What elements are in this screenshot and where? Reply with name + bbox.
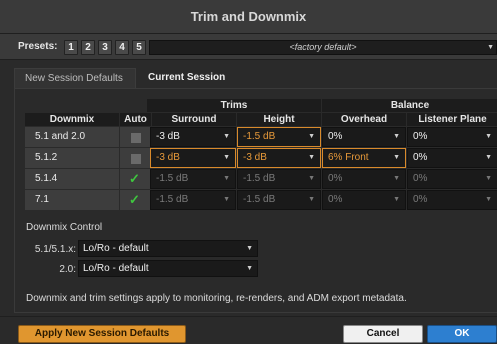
listener-plane-value: 0%: [413, 131, 428, 142]
ok-button[interactable]: OK: [427, 325, 497, 343]
height-trim-value: -1.5 dB: [243, 194, 276, 205]
chevron-down-icon: ▼: [487, 44, 494, 51]
height-trim-value: -1.5 dB: [243, 173, 276, 184]
column-header-auto: Auto: [120, 113, 151, 126]
tab-current-session[interactable]: Current Session: [138, 68, 230, 88]
surround-trim-value: -3 dB: [156, 152, 180, 163]
auto-checkbox-row-1[interactable]: [120, 127, 151, 147]
overhead-balance-dropdown-row-2[interactable]: 6% Front ▼: [322, 148, 406, 168]
checkmark-icon: ✓: [129, 171, 140, 186]
checkmark-icon: ✓: [129, 192, 140, 207]
height-trim-value: -1.5 dB: [243, 131, 276, 142]
row-label-5-1-4: 5.1.4: [25, 169, 119, 189]
column-header-overhead: Overhead: [322, 113, 406, 126]
chevron-down-icon: ▼: [308, 175, 315, 182]
chevron-down-icon: ▼: [308, 154, 315, 161]
surround-trim-dropdown-row-4[interactable]: -1.5 dB ▼: [150, 190, 236, 210]
listener-plane-value: 0%: [413, 152, 428, 163]
downmix-label-2-0: 2.0:: [59, 264, 76, 275]
preset-select-value: <factory default>: [289, 42, 357, 52]
surround-trim-value: -3 dB: [156, 131, 180, 142]
preset-button-1[interactable]: 1: [64, 40, 78, 55]
apply-new-session-defaults-button[interactable]: Apply New Session Defaults: [18, 325, 186, 343]
chevron-down-icon: ▼: [393, 196, 400, 203]
listener-plane-value: 0%: [413, 194, 428, 205]
tab-new-session-defaults[interactable]: New Session Defaults: [14, 68, 136, 88]
preset-button-5[interactable]: 5: [132, 40, 146, 55]
chevron-down-icon: ▼: [223, 133, 230, 140]
row-label-5-1-and-2-0: 5.1 and 2.0: [25, 127, 119, 147]
height-trim-dropdown-row-1[interactable]: -1.5 dB ▼: [237, 127, 321, 147]
column-header-height: Height: [237, 113, 321, 126]
listener-plane-value: 0%: [413, 173, 428, 184]
checkbox-unchecked-icon: [131, 154, 141, 164]
chevron-down-icon: ▼: [485, 133, 492, 140]
surround-trim-dropdown-row-2[interactable]: -3 dB ▼: [150, 148, 236, 168]
downmix-select-5-1[interactable]: Lo/Ro - default ▼: [78, 240, 258, 257]
balance-group-header: Balance: [322, 99, 497, 112]
auto-checkbox-row-4[interactable]: ✓: [120, 190, 151, 210]
chevron-down-icon: ▼: [308, 196, 315, 203]
downmix-select-2-0[interactable]: Lo/Ro - default ▼: [78, 260, 258, 277]
chevron-down-icon: ▼: [485, 175, 492, 182]
preset-button-4[interactable]: 4: [115, 40, 129, 55]
overhead-balance-value: 6% Front: [328, 152, 369, 163]
chevron-down-icon: ▼: [223, 175, 230, 182]
surround-trim-dropdown-row-3[interactable]: -1.5 dB ▼: [150, 169, 236, 189]
chevron-down-icon: ▼: [308, 133, 315, 140]
listener-plane-dropdown-row-3[interactable]: 0% ▼: [407, 169, 497, 189]
surround-trim-value: -1.5 dB: [156, 194, 189, 205]
row-label-5-1-2: 5.1.2: [25, 148, 119, 168]
column-header-listener-plane: Listener Plane: [407, 113, 497, 126]
presets-label: Presets:: [18, 41, 58, 52]
current-session-panel: Trims Balance Downmix Auto Surround Heig…: [14, 88, 497, 313]
listener-plane-dropdown-row-1[interactable]: 0% ▼: [407, 127, 497, 147]
height-trim-dropdown-row-4[interactable]: -1.5 dB ▼: [237, 190, 321, 210]
height-trim-value: -3 dB: [243, 152, 267, 163]
overhead-balance-value: 0%: [328, 173, 343, 184]
downmix-select-value: Lo/Ro - default: [83, 243, 149, 254]
overhead-balance-value: 0%: [328, 131, 343, 142]
chevron-down-icon: ▼: [485, 196, 492, 203]
chevron-down-icon: ▼: [393, 154, 400, 161]
window-title: Trim and Downmix: [0, 0, 497, 34]
overhead-balance-dropdown-row-1[interactable]: 0% ▼: [322, 127, 406, 147]
listener-plane-dropdown-row-4[interactable]: 0% ▼: [407, 190, 497, 210]
overhead-balance-dropdown-row-3[interactable]: 0% ▼: [322, 169, 406, 189]
listener-plane-dropdown-row-2[interactable]: 0% ▼: [407, 148, 497, 168]
chevron-down-icon: ▼: [393, 133, 400, 140]
preset-select[interactable]: <factory default> ▼: [149, 40, 497, 55]
trims-group-header: Trims: [147, 99, 321, 112]
chevron-down-icon: ▼: [393, 175, 400, 182]
overhead-balance-dropdown-row-4[interactable]: 0% ▼: [322, 190, 406, 210]
button-bar: Apply New Session Defaults Cancel OK: [0, 316, 497, 344]
presets-bar: Presets: 1 2 3 4 5 <factory default> ▼: [0, 34, 497, 60]
auto-checkbox-row-3[interactable]: ✓: [120, 169, 151, 189]
preset-button-2[interactable]: 2: [81, 40, 95, 55]
surround-trim-dropdown-row-1[interactable]: -3 dB ▼: [150, 127, 236, 147]
auto-checkbox-row-2[interactable]: [120, 148, 151, 168]
preset-button-3[interactable]: 3: [98, 40, 112, 55]
height-trim-dropdown-row-2[interactable]: -3 dB ▼: [237, 148, 321, 168]
chevron-down-icon: ▼: [485, 154, 492, 161]
overhead-balance-value: 0%: [328, 194, 343, 205]
chevron-down-icon: ▼: [223, 154, 230, 161]
chevron-down-icon: ▼: [246, 245, 253, 252]
downmix-select-value: Lo/Ro - default: [83, 263, 149, 274]
surround-trim-value: -1.5 dB: [156, 173, 189, 184]
checkbox-unchecked-icon: [131, 133, 141, 143]
cancel-button[interactable]: Cancel: [343, 325, 423, 343]
chevron-down-icon: ▼: [223, 196, 230, 203]
column-header-surround: Surround: [152, 113, 236, 126]
row-label-7-1: 7.1: [25, 190, 119, 210]
chevron-down-icon: ▼: [246, 265, 253, 272]
footnote-text: Downmix and trim settings apply to monit…: [26, 293, 407, 304]
downmix-control-title: Downmix Control: [26, 222, 103, 233]
column-header-downmix: Downmix: [25, 113, 119, 126]
height-trim-dropdown-row-3[interactable]: -1.5 dB ▼: [237, 169, 321, 189]
downmix-label-5-1: 5.1/5.1.x:: [34, 244, 76, 255]
